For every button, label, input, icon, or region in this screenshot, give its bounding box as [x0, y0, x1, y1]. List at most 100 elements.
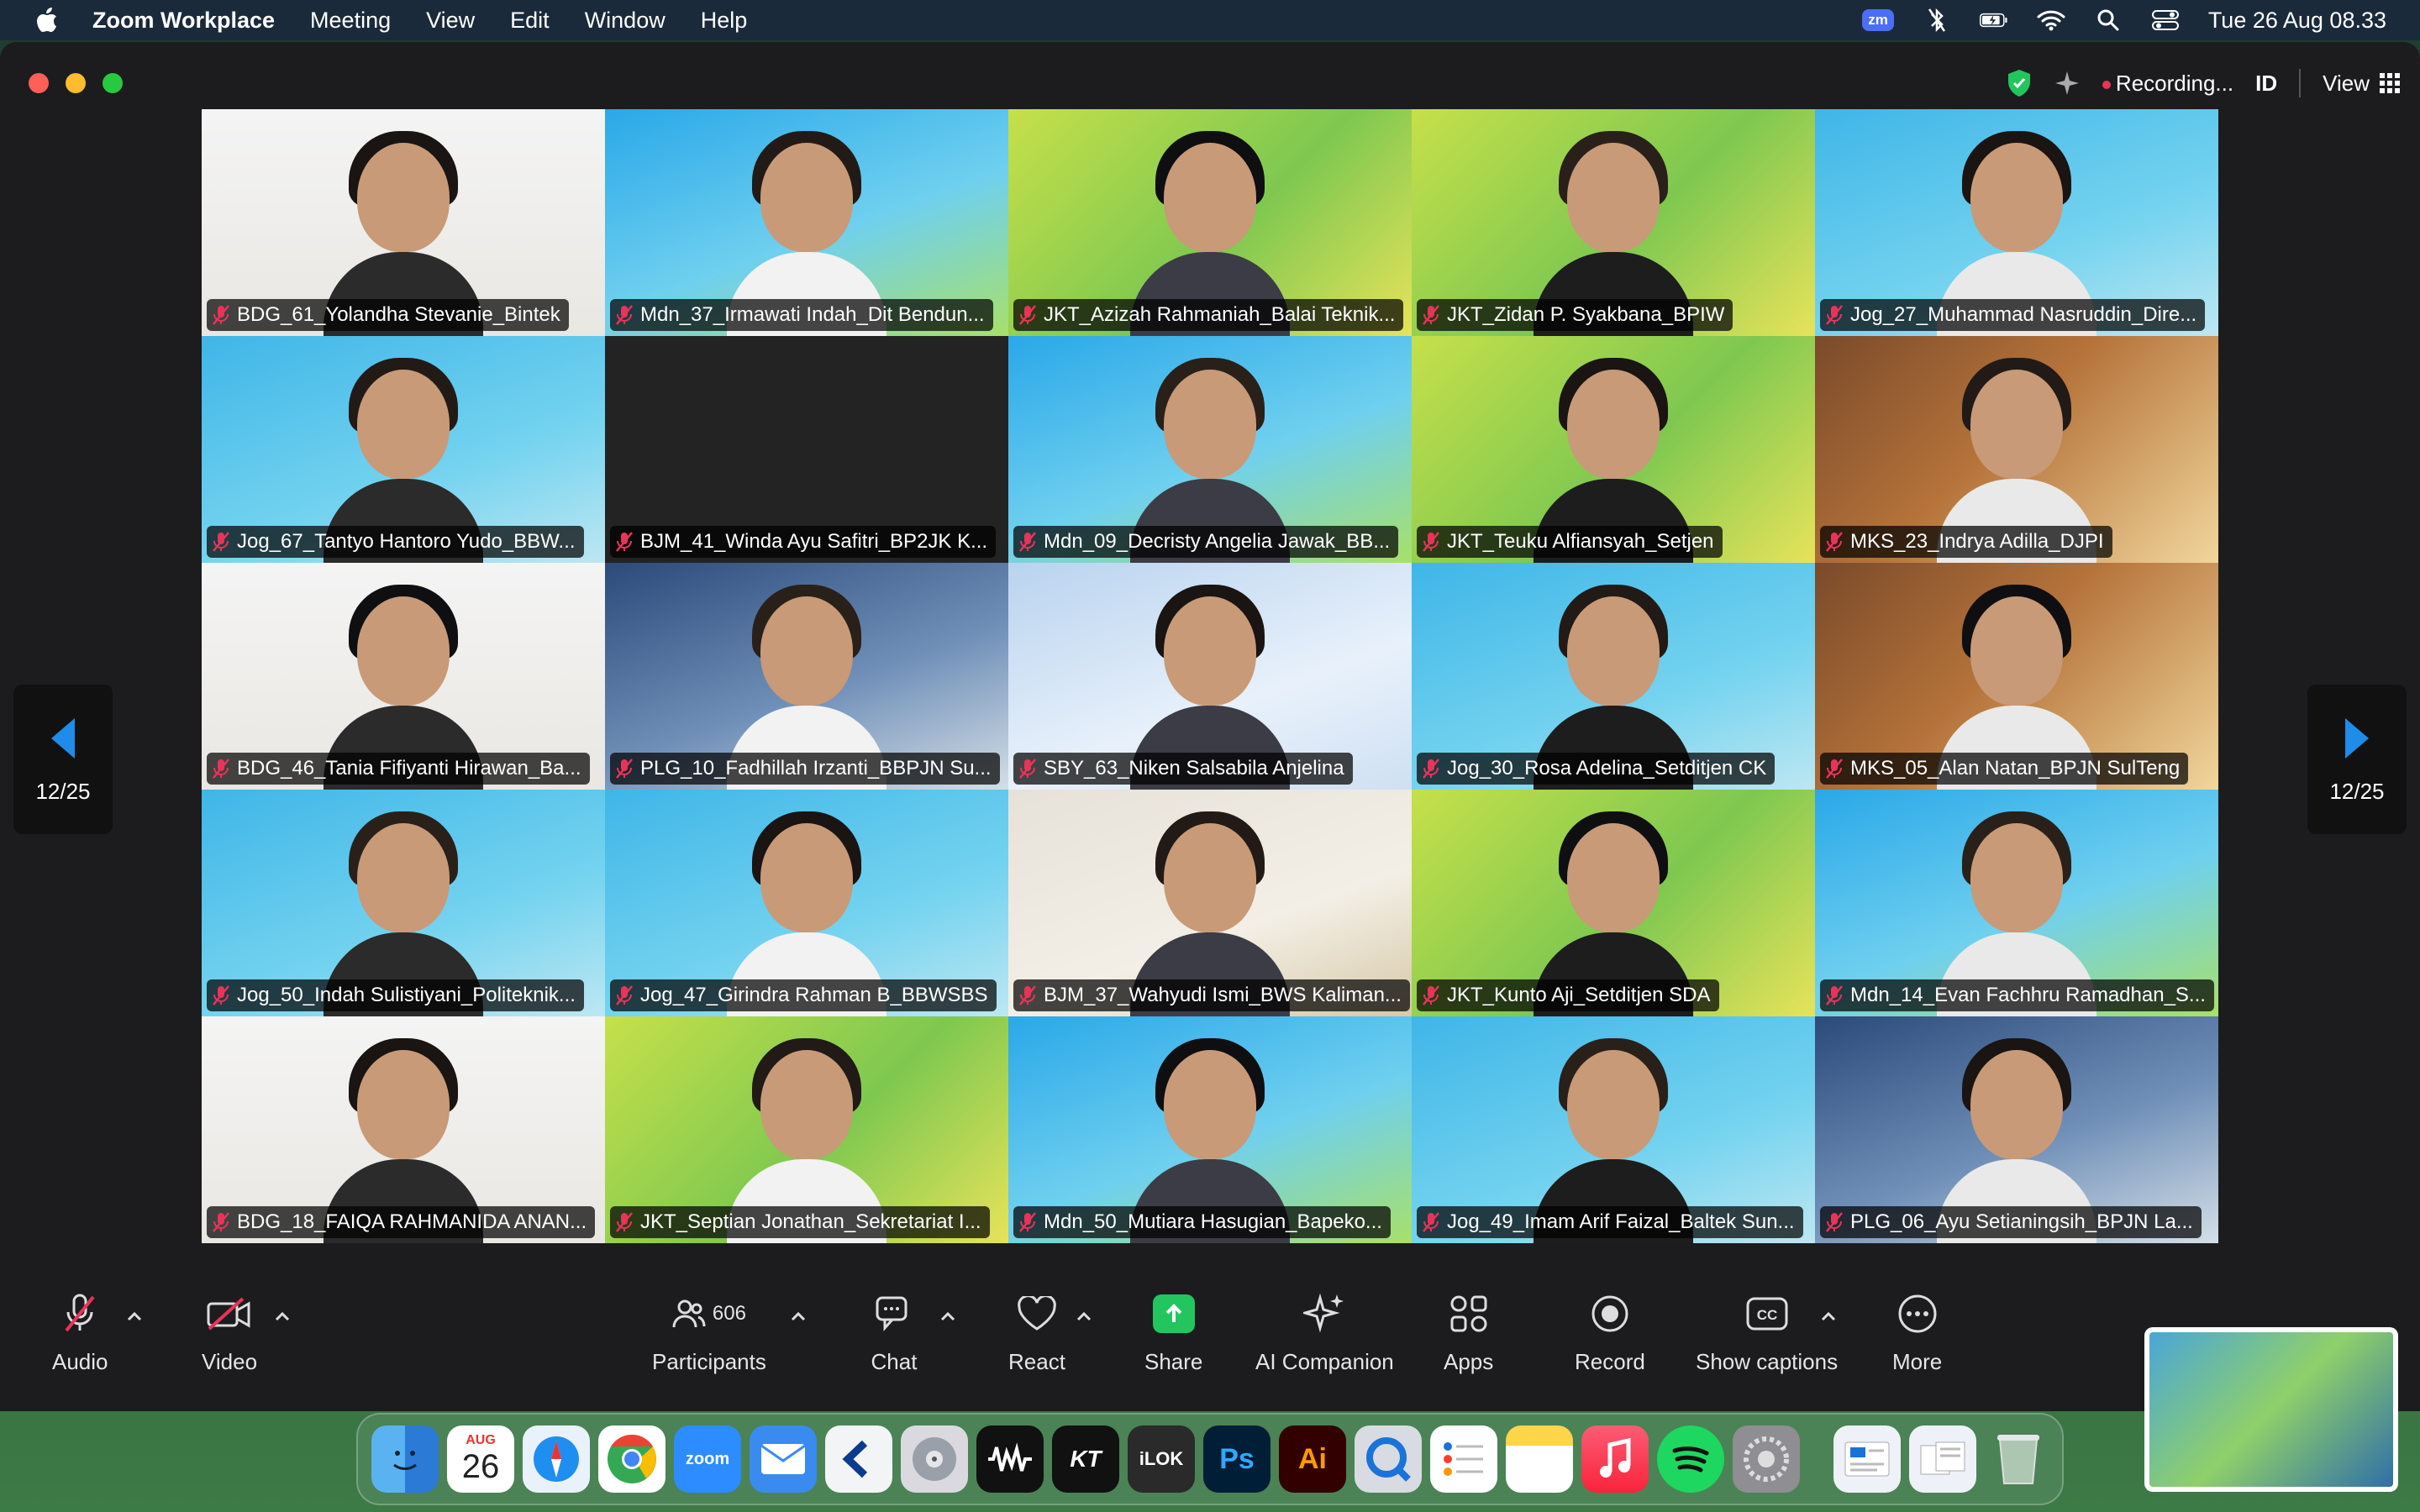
spotlight-search-icon[interactable] [2094, 8, 2123, 32]
dock-finder-icon[interactable] [371, 1425, 439, 1493]
dock-zoom-icon[interactable]: zoom [674, 1425, 741, 1493]
mic-muted-icon [1826, 759, 1843, 779]
dock-spotify-icon[interactable] [1657, 1425, 1724, 1493]
participant-video-tile[interactable]: BDG_46_Tania Fifiyanti Hirawan_Ba... [202, 563, 605, 790]
participant-video-tile[interactable]: JKT_Septian Jonathan_Sekretariat I... [605, 1016, 1008, 1243]
participant-video-tile[interactable]: JKT_Azizah Rahmaniah_Balai Teknik... [1008, 109, 1412, 336]
participant-video-tile[interactable]: PLG_06_Ayu Setianingsih_BPJN La... [1815, 1016, 2218, 1243]
participant-video-tile[interactable]: Mdn_37_Irmawati Indah_Dit Bendun... [605, 109, 1008, 336]
audio-options-chevron-icon[interactable] [126, 1310, 143, 1322]
dock-system-settings-icon[interactable] [1733, 1425, 1800, 1493]
menu-help[interactable]: Help [701, 8, 748, 34]
fullscreen-window-button[interactable] [103, 73, 123, 93]
participant-video-tile[interactable]: BJM_41_Winda Ayu Safitri_BP2JK K... [605, 336, 1008, 563]
participant-video-tile[interactable]: PLG_10_Fadhillah Irzanti_BBPJN Su... [605, 563, 1008, 790]
dock-illustrator-icon[interactable]: Ai [1279, 1425, 1346, 1493]
bluetooth-off-icon[interactable] [1923, 8, 1951, 32]
participant-video-tile[interactable]: Mdn_14_Evan Fachhru Ramadhan_S... [1815, 790, 2218, 1016]
captions-options-chevron-icon[interactable] [1820, 1310, 1837, 1322]
video-options-chevron-icon[interactable] [274, 1310, 291, 1322]
chat-button[interactable]: Chat [871, 1292, 918, 1375]
dock-waveform-icon[interactable] [976, 1425, 1044, 1493]
apps-button[interactable]: Apps [1444, 1292, 1493, 1375]
menu-edit[interactable]: Edit [510, 8, 550, 34]
language-interpretation-button[interactable]: ID [2255, 71, 2277, 97]
participant-video-tile[interactable]: MKS_23_Indrya Adilla_DJPI [1815, 336, 2218, 563]
dock-chrome-icon[interactable] [598, 1425, 666, 1493]
participant-video-tile[interactable]: Jog_27_Muhammad Nasruddin_Dire... [1815, 109, 2218, 336]
participant-video-tile[interactable]: Jog_50_Indah Sulistiyani_Politeknik... [202, 790, 605, 1016]
apple-icon[interactable] [34, 6, 59, 34]
security-shield-icon[interactable] [2007, 69, 2032, 97]
show-captions-button[interactable]: CC Show captions [1696, 1292, 1838, 1375]
menu-view[interactable]: View [426, 8, 475, 34]
dock-trash-icon[interactable] [1985, 1425, 2052, 1493]
control-center-icon[interactable] [2151, 8, 2180, 32]
next-page-button[interactable]: 12/25 [2307, 685, 2407, 834]
sparkle-icon[interactable] [2054, 70, 2081, 97]
ai-companion-button[interactable]: AI Companion [1255, 1292, 1394, 1375]
close-window-button[interactable] [29, 73, 49, 93]
participant-video-tile[interactable]: MKS_05_Alan Natan_BPJN SulTeng [1815, 563, 2218, 790]
react-button[interactable]: React [1008, 1292, 1065, 1375]
mic-muted-icon [1423, 1212, 1439, 1232]
participant-name-label: BJM_41_Winda Ayu Safitri_BP2JK K... [610, 526, 997, 558]
participant-video-tile[interactable]: SBY_63_Niken Salsabila Anjelina [1008, 563, 1412, 790]
more-button[interactable]: More [1892, 1292, 1942, 1375]
participant-name-label: SBY_63_Niken Salsabila Anjelina [1013, 753, 1353, 785]
wifi-icon[interactable] [2037, 8, 2065, 32]
participant-video-tile[interactable]: Mdn_50_Mutiara Hasugian_Bapeko... [1008, 1016, 1412, 1243]
participant-video-tile[interactable]: BDG_61_Yolandha Stevanie_Bintek [202, 109, 605, 336]
zoom-status-icon[interactable]: zm [1862, 9, 1894, 31]
participant-video-tile[interactable]: BDG_18_FAIQA RAHMANIDA ANAN... [202, 1016, 605, 1243]
dock-safari-icon[interactable] [523, 1425, 590, 1493]
participants-button[interactable]: 606 Participants [652, 1292, 766, 1375]
mic-muted-icon [1826, 1212, 1843, 1232]
dock-preview-icon[interactable] [1833, 1425, 1901, 1493]
chat-options-chevron-icon[interactable] [939, 1310, 956, 1322]
dock-music-icon[interactable] [1581, 1425, 1649, 1493]
video-off-icon [207, 1297, 250, 1331]
previous-page-button[interactable]: 12/25 [13, 685, 113, 834]
participant-video-tile[interactable]: JKT_Teuku Alfiansyah_Setjen [1412, 336, 1815, 563]
react-options-chevron-icon[interactable] [1076, 1310, 1092, 1322]
participant-video-tile[interactable]: Jog_67_Tantyo Hantoro Yudo_BBW... [202, 336, 605, 563]
participant-video-tile[interactable]: Mdn_09_Decristy Angelia Jawak_BB... [1008, 336, 1412, 563]
minimize-window-button[interactable] [66, 73, 86, 93]
participant-name-label: Jog_27_Muhammad Nasruddin_Dire... [1820, 299, 2206, 331]
mic-muted-icon [1019, 532, 1036, 552]
participant-name-label: Jog_50_Indah Sulistiyani_Politeknik... [207, 979, 584, 1011]
participant-video-tile[interactable]: BJM_37_Wahyudi Ismi_BWS Kaliman... [1008, 790, 1412, 1016]
video-button[interactable]: Video [202, 1292, 257, 1375]
dock-notes-icon[interactable] [1506, 1425, 1573, 1493]
dock-copilot-icon[interactable] [825, 1425, 892, 1493]
participant-video-tile[interactable]: Jog_49_Imam Arif Faizal_Baltek Sun... [1412, 1016, 1815, 1243]
self-view-thumbnail[interactable] [2144, 1327, 2398, 1492]
dock-quicktime-icon[interactable] [1355, 1425, 1422, 1493]
menu-clock[interactable]: Tue 26 Aug 08.33 [2208, 8, 2386, 34]
dock-calendar-icon[interactable]: AUG 26 [447, 1425, 514, 1493]
participants-options-chevron-icon[interactable] [790, 1310, 807, 1322]
record-button[interactable]: Record [1575, 1292, 1645, 1375]
participant-name-label: BDG_46_Tania Fifiyanti Hirawan_Ba... [207, 753, 590, 785]
dock-photoshop-icon[interactable]: Ps [1203, 1425, 1270, 1493]
recording-indicator[interactable]: Recording... [2102, 71, 2233, 97]
audio-button[interactable]: Audio [52, 1292, 108, 1375]
view-button[interactable]: View [2323, 71, 2400, 97]
dock-kt-icon[interactable]: KT [1052, 1425, 1119, 1493]
dock-mail-icon[interactable] [750, 1425, 817, 1493]
battery-charging-icon[interactable] [1979, 8, 2008, 32]
dock-ilok-icon[interactable]: iLOK [1128, 1425, 1195, 1493]
participant-video-tile[interactable]: Jog_47_Girindra Rahman B_BBWSBS [605, 790, 1008, 1016]
dock-documents-icon[interactable] [1909, 1425, 1976, 1493]
menu-meeting[interactable]: Meeting [310, 8, 391, 34]
participant-video-tile[interactable]: JKT_Zidan P. Syakbana_BPIW [1412, 109, 1815, 336]
dock-disk-utility-icon[interactable] [901, 1425, 968, 1493]
dock-reminders-icon[interactable] [1430, 1425, 1497, 1493]
menu-window[interactable]: Window [585, 8, 666, 34]
participant-video-tile[interactable]: Jog_30_Rosa Adelina_Setditjen CK [1412, 563, 1815, 790]
share-screen-button[interactable]: Share [1144, 1292, 1202, 1375]
participant-name-label: Mdn_09_Decristy Angelia Jawak_BB... [1013, 526, 1399, 558]
app-menu-zoom[interactable]: Zoom Workplace [92, 8, 275, 34]
participant-video-tile[interactable]: JKT_Kunto Aji_Setditjen SDA [1412, 790, 1815, 1016]
